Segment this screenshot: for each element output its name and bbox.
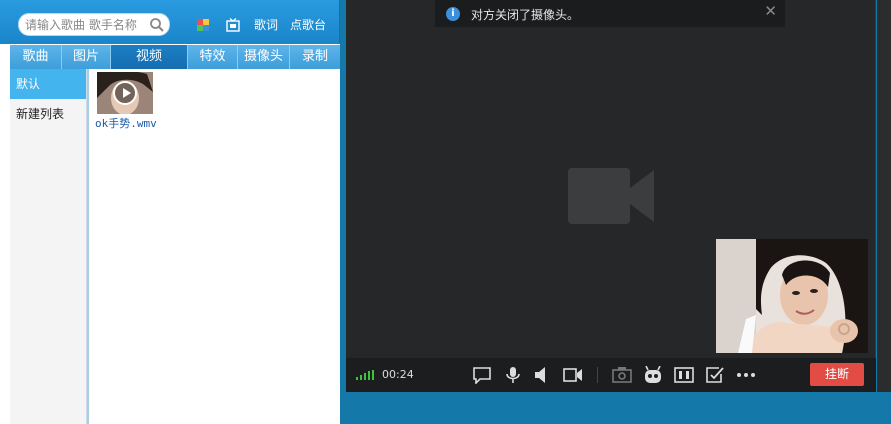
self-video-image (716, 239, 868, 353)
share-icon[interactable] (705, 366, 725, 384)
tv-icon[interactable] (226, 18, 240, 32)
search-input[interactable] (25, 15, 149, 34)
request-song-link[interactable]: 点歌台 (290, 18, 326, 32)
tab-songs[interactable]: 歌曲 (10, 45, 62, 69)
video-call-window: i 对方关闭了摄像头。 ✕ 00:24 挂断 (346, 0, 876, 392)
tab-effects[interactable]: 特效 (188, 45, 238, 69)
tab-pictures[interactable]: 图片 (62, 45, 111, 69)
skin-icon[interactable] (196, 18, 210, 32)
left-panel: 歌词 点歌台 歌曲 图片 视频 特效 摄像头 录制 默认 新建列表 ok手势.w… (0, 0, 340, 424)
call-control-bar: 00:24 挂断 (346, 358, 876, 392)
tab-video[interactable]: 视频 (111, 45, 188, 69)
call-timer: 00:24 (382, 368, 414, 381)
microphone-icon[interactable] (503, 366, 523, 384)
media-item-label[interactable]: ok手势.wmv (95, 115, 157, 131)
playlist-default[interactable]: 默认 (10, 69, 86, 99)
layout-icon[interactable] (674, 366, 694, 384)
hangup-button[interactable]: 挂断 (810, 363, 864, 386)
playlist-new[interactable]: 新建列表 (10, 99, 86, 129)
robot-icon[interactable] (643, 366, 663, 384)
signal-icon (356, 370, 374, 380)
more-icon[interactable] (736, 366, 756, 384)
lyrics-link[interactable]: 歌词 (254, 18, 278, 32)
info-icon: i (446, 7, 460, 21)
search-box[interactable] (18, 13, 170, 36)
tab-bar: 歌曲 图片 视频 特效 摄像头 录制 (10, 45, 340, 69)
playlist-sidebar: 默认 新建列表 (10, 69, 87, 424)
camera-off-icon (568, 168, 654, 224)
notification-bar: i 对方关闭了摄像头。 ✕ (435, 0, 785, 27)
video-thumbnail[interactable] (97, 72, 153, 114)
notification-text: 对方关闭了摄像头。 (471, 8, 580, 22)
snapshot-icon[interactable] (612, 366, 632, 384)
media-content: ok手势.wmv (87, 69, 340, 424)
chat-icon[interactable] (472, 366, 492, 384)
video-camera-icon[interactable] (563, 366, 583, 384)
play-icon[interactable] (113, 81, 137, 105)
left-toolbar: 歌词 点歌台 (0, 0, 340, 44)
window-edge (877, 0, 891, 392)
tab-camera[interactable]: 摄像头 (238, 45, 290, 69)
speaker-icon[interactable] (532, 366, 552, 384)
self-video-preview (716, 239, 868, 353)
close-icon[interactable]: ✕ (764, 4, 777, 19)
tab-record[interactable]: 录制 (290, 45, 340, 69)
control-divider (597, 367, 598, 383)
search-icon[interactable] (149, 17, 165, 33)
